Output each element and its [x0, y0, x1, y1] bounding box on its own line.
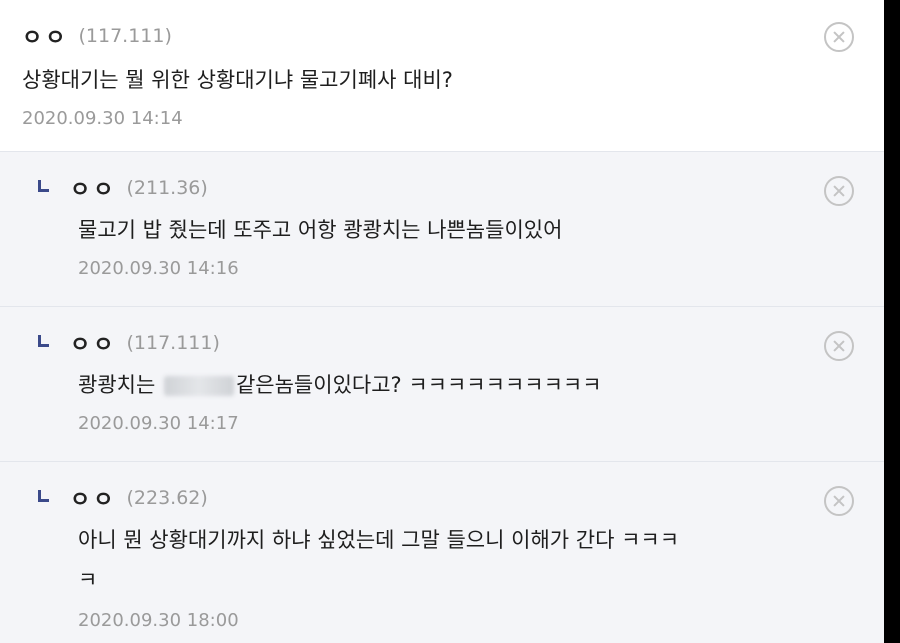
window-edge: [884, 0, 900, 643]
comment-ip: (223.62): [126, 487, 208, 509]
close-circle-icon[interactable]: [824, 22, 854, 52]
reply-item: ㅇㅇ (223.62) 아니 뭔 상황대기까지 하냐 싶었는데 그말 들으니 이…: [0, 462, 884, 643]
comment-text-after: 같은놈들이있다고? ㅋㅋㅋㅋㅋㅋㅋㅋㅋㅋ: [235, 373, 602, 397]
censored-blur: [163, 376, 234, 396]
comment-text: 아니 뭔 상황대기까지 하냐 싶었는데 그말 들으니 이해가 간다 ㅋㅋㅋ ㅋ: [78, 520, 848, 600]
reply-item: ㅇㅇ (211.36) 물고기 밥 줬는데 또주고 어항 쾅쾅치는 나쁜놈들이있…: [0, 152, 884, 307]
reply-item: ㅇㅇ (117.111) 쾅쾅치는 같은놈들이있다고? ㅋㅋㅋㅋㅋㅋㅋㅋㅋㅋ 2…: [0, 307, 884, 462]
comment-timestamp: 2020.09.30 14:14: [22, 108, 183, 129]
reply-arrow-icon: [38, 490, 50, 502]
close-circle-icon[interactable]: [824, 331, 854, 361]
comment-list: ㅇㅇ (117.111) 상황대기는 뭘 위한 상황대기냐 물고기폐사 대비? …: [0, 0, 884, 643]
comment-nickname[interactable]: ㅇㅇ: [70, 482, 116, 514]
comment-header: ㅇㅇ (117.111): [38, 327, 220, 359]
comment-timestamp: 2020.09.30 14:16: [78, 258, 239, 279]
comment-timestamp: 2020.09.30 18:00: [78, 610, 239, 631]
comment-nickname[interactable]: ㅇㅇ: [70, 172, 116, 204]
comment-text: 물고기 밥 줬는데 또주고 어항 쾅쾅치는 나쁜놈들이있어: [78, 218, 563, 242]
comment-header: ㅇㅇ (117.111): [22, 20, 172, 52]
comment-text-before: 쾅쾅치는: [78, 373, 156, 397]
reply-arrow-icon: [38, 335, 50, 347]
comment-ip: (211.36): [126, 177, 208, 199]
comment-text-line: ㅋ: [78, 568, 98, 592]
comment-timestamp: 2020.09.30 14:17: [78, 413, 239, 434]
comment-ip: (117.111): [126, 332, 220, 354]
comment-text: 쾅쾅치는 같은놈들이있다고? ㅋㅋㅋㅋㅋㅋㅋㅋㅋㅋ: [78, 365, 848, 405]
close-circle-icon[interactable]: [824, 486, 854, 516]
close-circle-icon[interactable]: [824, 176, 854, 206]
comment-item: ㅇㅇ (117.111) 상황대기는 뭘 위한 상황대기냐 물고기폐사 대비? …: [0, 0, 884, 152]
reply-arrow-icon: [38, 180, 50, 192]
comment-text-line: 아니 뭔 상황대기까지 하냐 싶었는데 그말 들으니 이해가 간다 ㅋㅋㅋ: [78, 528, 680, 552]
comment-nickname[interactable]: ㅇㅇ: [22, 20, 68, 52]
comment-header: ㅇㅇ (223.62): [38, 482, 208, 514]
comment-ip: (117.111): [78, 25, 172, 47]
comment-nickname[interactable]: ㅇㅇ: [70, 327, 116, 359]
comment-header: ㅇㅇ (211.36): [38, 172, 208, 204]
comment-text: 상황대기는 뭘 위한 상황대기냐 물고기폐사 대비?: [22, 68, 453, 92]
